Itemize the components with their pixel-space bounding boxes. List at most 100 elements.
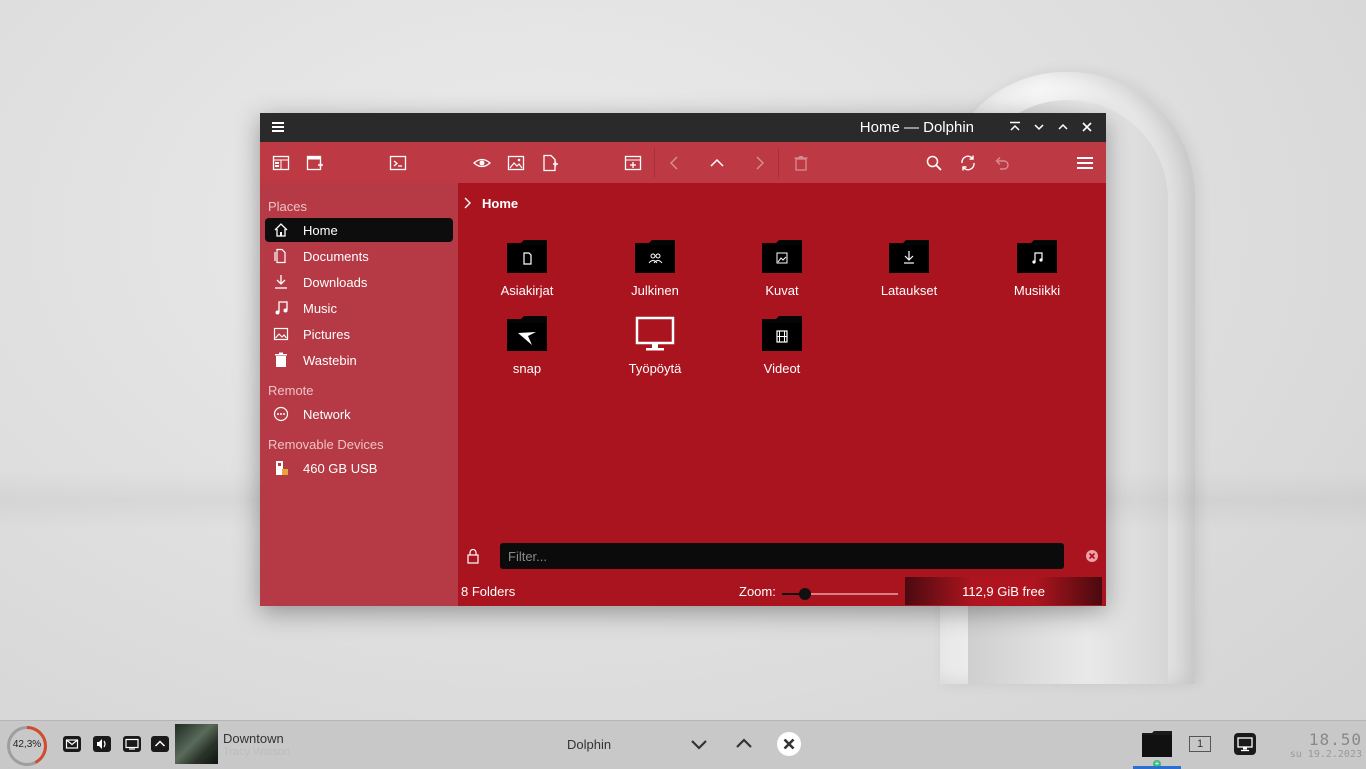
file-item[interactable]: snap [472,315,582,376]
up-icon[interactable] [706,152,728,174]
clock-time: 18.50 [1308,730,1362,749]
mail-icon[interactable] [61,733,83,755]
album-art[interactable] [175,724,218,764]
search-icon[interactable] [923,152,945,174]
sidebar-item-home[interactable]: Home [265,218,453,242]
file-name: Työpöytä [628,361,682,376]
toolbar-divider [654,148,655,178]
file-name: Julkinen [631,283,679,298]
maximize-icon[interactable] [1055,119,1071,135]
folder-count: 8 Folders [461,584,516,599]
toolbar-divider-2 [778,148,779,178]
breadcrumb[interactable]: Home [462,194,518,212]
terminal-icon[interactable] [387,152,409,174]
dolphin-window: Home — Dolphin Places Home Documents Dow… [260,113,1106,606]
window-titlebar[interactable]: Home — Dolphin [260,113,1106,142]
folder-downloads-icon [887,237,931,277]
downloads-icon [273,274,289,290]
window-title: Home — Dolphin [859,119,974,136]
file-name: Asiakirjat [500,283,554,298]
cpu-usage-value: 42,3% [12,739,42,750]
undo-icon[interactable] [991,152,1013,174]
task-dolphin-label[interactable]: Dolphin [567,737,611,752]
file-item[interactable]: Kuvat [727,237,837,298]
file-item[interactable]: Työpöytä [600,315,710,376]
minimize-icon[interactable] [1031,119,1047,135]
sidebar-item-pictures[interactable]: Pictures [265,322,453,346]
maximize-window-icon[interactable] [733,733,755,755]
reload-icon[interactable] [957,152,979,174]
sidebar-item-label: Network [303,406,351,422]
image-icon[interactable] [505,152,527,174]
folder-pictures-icon [760,237,804,277]
sidebar-item-label: Downloads [303,274,368,290]
media-artist: Tracy Watson [223,746,291,758]
file-name: Kuvat [765,283,799,298]
back-icon[interactable] [664,152,686,174]
file-item[interactable]: Asiakirjat [472,237,582,298]
window-menu-icon[interactable] [271,120,285,134]
sidebar-item-usb[interactable]: 460 GB USB [265,456,453,480]
new-file-icon[interactable] [539,152,561,174]
home-icon [273,222,289,238]
wastebin-icon [273,352,289,368]
split-view-icon[interactable] [270,152,292,174]
preview-icon[interactable] [471,152,493,174]
folder-snap-icon [505,315,549,355]
sidebar-item-music[interactable]: Music [265,296,453,320]
breadcrumb-current: Home [482,195,519,211]
sidebar-item-network[interactable]: Network [265,402,453,426]
digital-clock[interactable]: 18.50 su 19.2.2023 [1278,730,1362,760]
new-tab-icon[interactable] [622,152,644,174]
section-title-removable-devices: Removable Devices [268,437,384,452]
new-window-icon[interactable] [304,152,326,174]
forward-icon[interactable] [748,152,770,174]
file-item[interactable]: Julkinen [600,237,710,298]
section-title-places: Places [268,199,308,214]
virtual-desktop-pager[interactable]: 1 [1189,736,1211,752]
cpu-usage-widget[interactable]: 42,3% [6,725,48,767]
documents-icon [273,248,289,264]
pictures-icon [273,326,289,342]
taskbar: 42,3% Downtown Tracy Watson Dolphin + 1 … [0,720,1366,769]
clock-date: su 19.2.2023 [1289,749,1362,760]
file-item[interactable]: Lataukset [854,237,964,298]
tray-expand-icon[interactable] [149,733,171,755]
close-icon[interactable] [1079,119,1095,135]
taskbar-item-dolphin[interactable]: + [1133,721,1181,769]
sidebar-item-documents[interactable]: Documents [265,244,453,268]
sidebar-item-label: Music [303,300,337,316]
lock-icon[interactable] [466,548,480,564]
sidebar-item-wastebin[interactable]: Wastebin [265,348,453,372]
media-track-title: Downtown [223,731,284,746]
close-window-icon[interactable] [776,731,802,757]
sidebar-item-label: Home [303,222,338,238]
trash-icon[interactable] [790,152,812,174]
minimize-window-icon[interactable] [688,733,710,755]
file-item[interactable]: Musiikki [982,237,1092,298]
hamburger-menu-icon[interactable] [1074,152,1096,174]
zoom-label: Zoom: [739,584,776,599]
volume-icon[interactable] [91,733,113,755]
filter-input[interactable] [500,543,1064,569]
zoom-slider-handle[interactable] [799,588,812,600]
folder-public-icon [633,237,677,277]
music-icon [273,300,289,316]
folder-videos-icon [760,315,804,355]
folder-icon [1142,731,1172,757]
file-name: Videot [763,361,801,376]
sidebar-item-label: Pictures [303,326,350,342]
file-item[interactable]: Videot [727,315,837,376]
keep-above-icon[interactable] [1007,119,1023,135]
clear-filter-icon[interactable] [1085,549,1099,563]
sidebar-item-downloads[interactable]: Downloads [265,270,453,294]
section-title-remote: Remote [268,383,314,398]
places-panel: Places Home Documents Downloads Music Pi… [260,183,458,606]
free-space-indicator[interactable]: 112,9 GiB free [905,577,1102,605]
usb-drive-icon [273,460,289,476]
show-desktop-icon[interactable] [1233,732,1257,756]
display-icon[interactable] [121,733,143,755]
file-name: Lataukset [880,283,938,298]
folder-music-icon [1015,237,1059,277]
zoom-slider[interactable] [782,588,898,600]
